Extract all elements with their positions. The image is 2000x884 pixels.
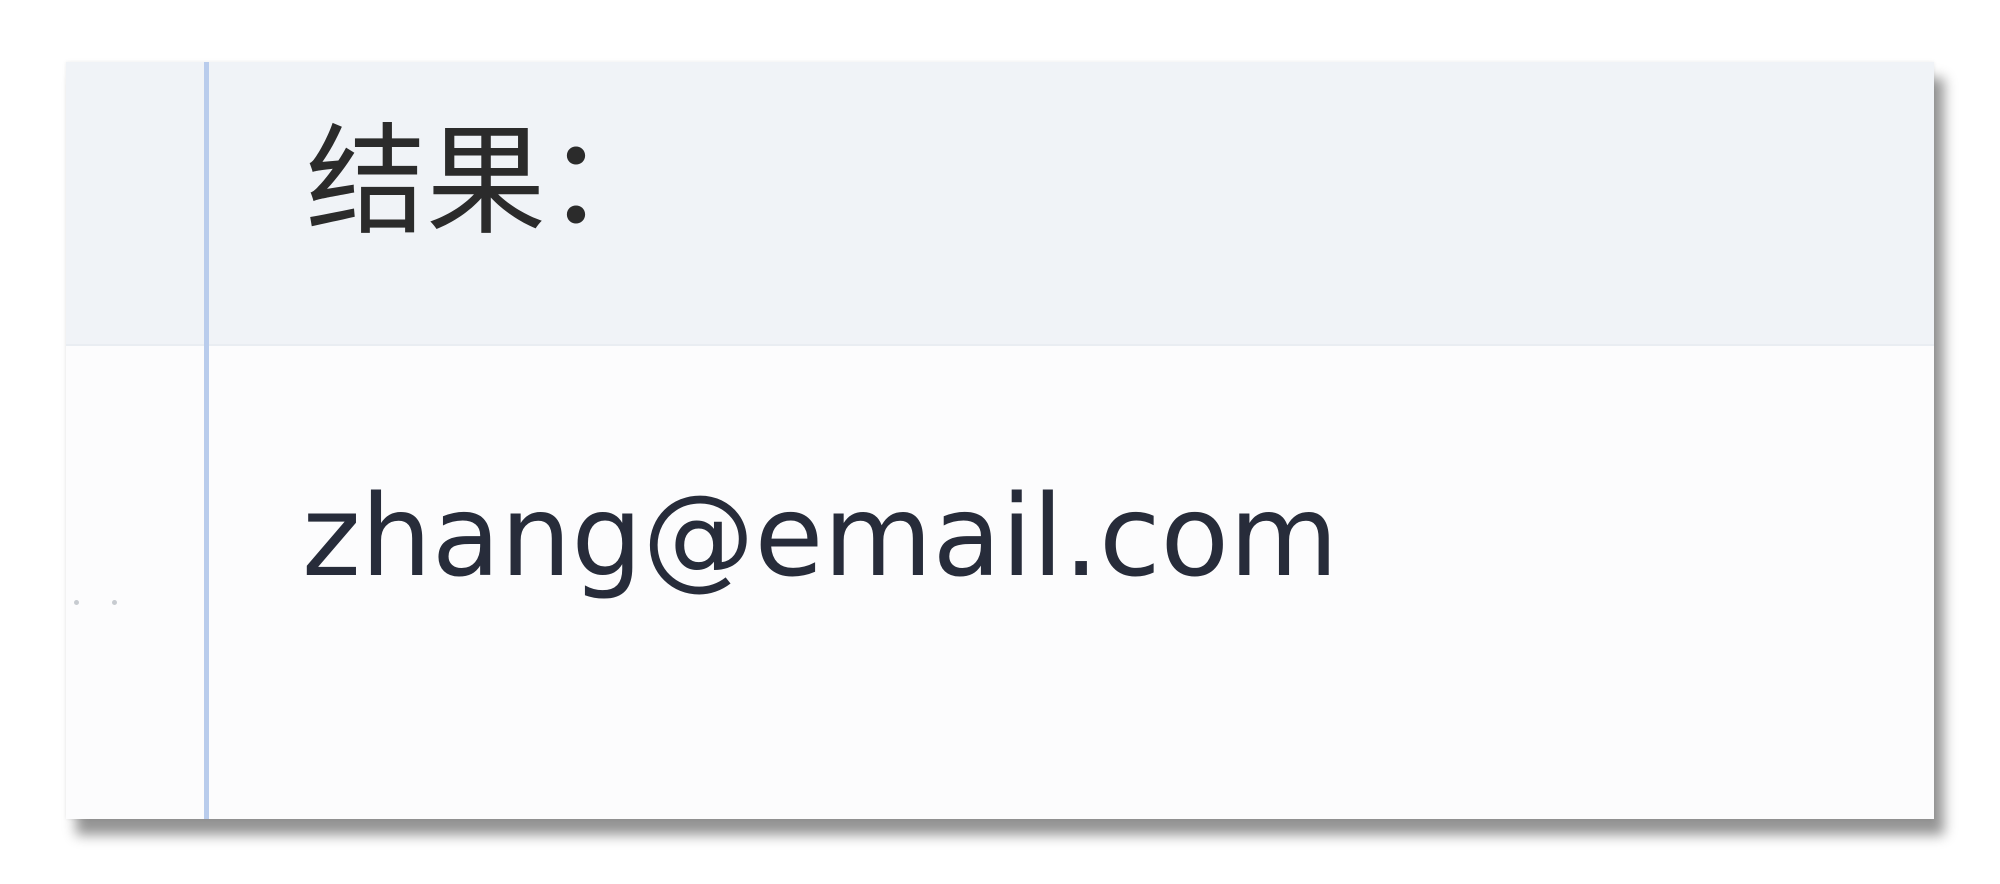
left-gutter [66,62,206,819]
result-heading: 结果： [306,113,666,252]
result-card: 结果： zhang@email.com [66,62,1934,819]
vertical-divider [204,62,209,819]
result-email: zhang@email.com [302,472,1339,602]
gutter-dots [74,600,144,612]
